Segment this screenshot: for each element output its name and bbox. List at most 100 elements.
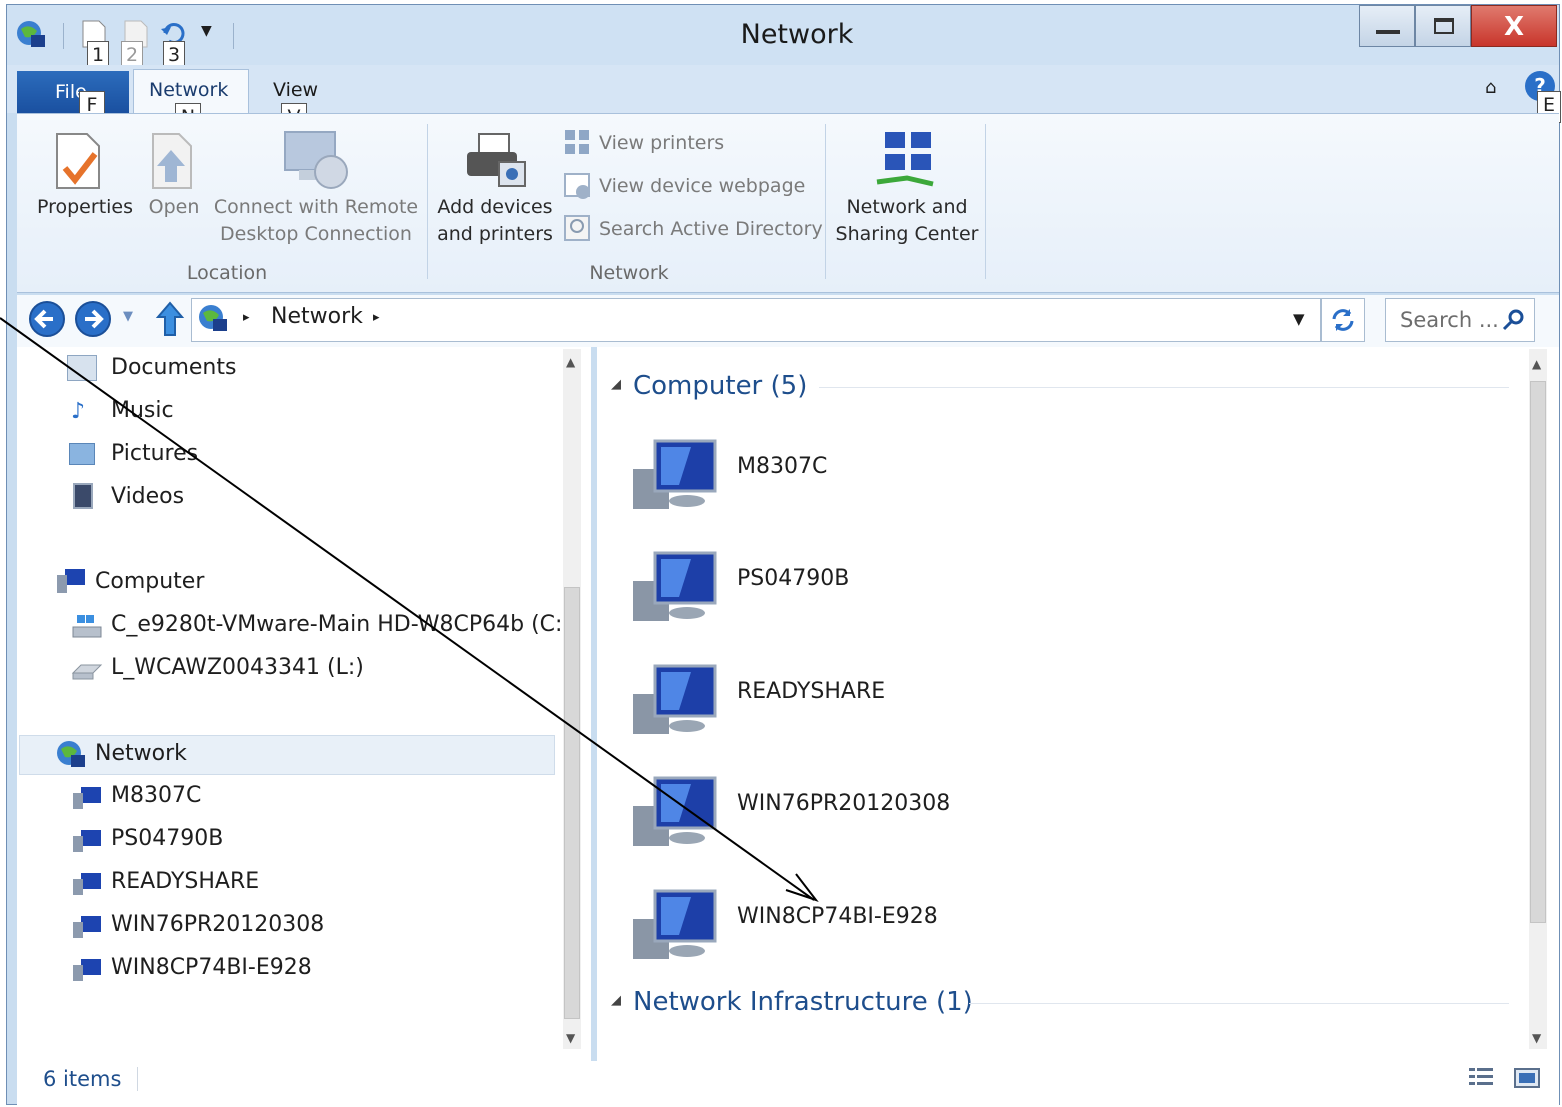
tab-view[interactable]: View xyxy=(273,79,318,101)
details-view-icon[interactable] xyxy=(1467,1065,1497,1093)
status-separator xyxy=(137,1067,138,1091)
computer-item-win76pr20120308[interactable]: WIN76PR20120308 xyxy=(737,791,950,816)
nav-scrollbar-thumb[interactable] xyxy=(564,587,580,1019)
computer-item-m8307c[interactable]: M8307C xyxy=(737,454,827,479)
network-computer-icon xyxy=(73,959,101,981)
group-header-network-infrastructure[interactable]: Network Infrastructure (1) xyxy=(633,987,973,1017)
window-title: Network xyxy=(740,19,854,50)
nav-item-win76pr20120308[interactable]: WIN76PR20120308 xyxy=(111,912,324,937)
nav-item-drive-c[interactable]: C_e9280t-VMware-Main HD-W8CP64b (C:) xyxy=(111,612,571,637)
refresh-icon xyxy=(1332,309,1354,331)
maximize-button[interactable] xyxy=(1415,5,1471,47)
close-button[interactable]: X xyxy=(1471,5,1557,47)
group-header-computer[interactable]: Computer (5) xyxy=(633,371,807,401)
computer-large-icon xyxy=(633,889,717,959)
group-separator xyxy=(427,124,428,279)
network-computer-icon xyxy=(73,873,101,895)
collapse-group-icon[interactable]: ◢ xyxy=(611,377,621,392)
view-printers-icon xyxy=(565,130,589,154)
group-label-location: Location xyxy=(186,262,268,284)
recent-locations-icon[interactable]: ▼ xyxy=(123,309,133,324)
computer-item-readyshare[interactable]: READYSHARE xyxy=(737,679,885,704)
breadcrumb-chevron-icon[interactable]: ▸ xyxy=(373,310,380,325)
properties-icon xyxy=(56,133,100,189)
nav-item-videos[interactable]: Videos xyxy=(111,484,184,509)
remote-desktop-button-line2[interactable]: Desktop Connection xyxy=(211,221,421,248)
nav-item-ps04790b[interactable]: PS04790B xyxy=(111,826,223,851)
minimize-button[interactable] xyxy=(1359,5,1415,47)
nav-item-documents[interactable]: Documents xyxy=(111,355,236,380)
computer-large-icon xyxy=(633,551,717,621)
system-drive-icon xyxy=(72,615,102,638)
large-icons-view-icon[interactable] xyxy=(1513,1065,1543,1093)
group-separator xyxy=(825,124,826,279)
videos-icon xyxy=(73,483,93,509)
computer-large-icon xyxy=(633,776,717,846)
nav-item-win8cp74bi-e928[interactable]: WIN8CP74BI-E928 xyxy=(111,955,312,980)
ribbon: Properties Open Connect with Remote Desk… xyxy=(17,113,1559,293)
network-globe-icon[interactable] xyxy=(15,19,47,51)
nav-item-pictures[interactable]: Pictures xyxy=(111,441,198,466)
group-divider xyxy=(969,1003,1509,1004)
scroll-down-arrow-icon[interactable]: ▼ xyxy=(1532,1031,1541,1045)
item-count: 6 items xyxy=(43,1067,122,1091)
pictures-icon xyxy=(69,443,95,465)
collapse-group-icon[interactable]: ◢ xyxy=(611,993,621,1008)
documents-icon xyxy=(67,355,97,381)
webpage-icon xyxy=(564,173,590,199)
forward-icon[interactable] xyxy=(73,299,113,339)
music-icon: ♪ xyxy=(71,399,86,424)
nav-item-drive-l[interactable]: L_WCAWZ0043341 (L:) xyxy=(111,655,364,680)
network-computer-icon xyxy=(73,830,101,852)
computer-large-icon xyxy=(633,439,717,509)
scroll-up-arrow-icon[interactable]: ▲ xyxy=(566,355,575,369)
content-scrollbar-thumb[interactable] xyxy=(1530,381,1546,923)
qat-dropdown-icon[interactable]: ▼ xyxy=(201,23,212,39)
open-icon xyxy=(152,133,192,189)
scroll-up-arrow-icon[interactable]: ▲ xyxy=(1532,357,1541,371)
explorer-window: 1 2 3 ▼ Network X File F Network N View … xyxy=(6,4,1561,1105)
network-computer-icon xyxy=(73,787,101,809)
network-sharing-center-icon xyxy=(876,132,934,187)
scroll-down-arrow-icon[interactable]: ▼ xyxy=(566,1031,575,1045)
search-icon xyxy=(1502,309,1524,331)
nav-item-computer[interactable]: Computer xyxy=(95,569,204,594)
nav-item-m8307c[interactable]: M8307C xyxy=(111,783,201,808)
computer-item-ps04790b[interactable]: PS04790B xyxy=(737,566,849,591)
network-sharing-center-button-line1[interactable]: Network and xyxy=(829,194,985,221)
network-computer-icon xyxy=(73,916,101,938)
remote-desktop-button-line1[interactable]: Connect with Remote xyxy=(211,194,421,221)
group-divider xyxy=(819,387,1509,388)
back-icon[interactable] xyxy=(27,299,67,339)
breadcrumb-network[interactable]: Network xyxy=(271,304,363,329)
view-printers-button[interactable]: View printers xyxy=(599,132,724,154)
search-active-directory-button[interactable]: Search Active Directory xyxy=(599,218,823,240)
network-sharing-center-button-line2[interactable]: Sharing Center xyxy=(829,221,985,248)
drive-icon xyxy=(71,664,103,680)
printer-icon xyxy=(467,133,526,187)
group-separator xyxy=(985,124,986,279)
minimize-ribbon-icon[interactable]: ⌂ xyxy=(1485,77,1496,98)
nav-item-readyshare[interactable]: READYSHARE xyxy=(111,869,259,894)
add-devices-button-line1[interactable]: Add devices xyxy=(433,194,557,221)
qat-separator xyxy=(233,23,234,49)
network-icon xyxy=(57,741,85,767)
group-label-network: Network xyxy=(589,262,669,284)
breadcrumb-chevron-icon[interactable]: ▸ xyxy=(243,310,250,325)
computer-item-win8cp74bi-e928[interactable]: WIN8CP74BI-E928 xyxy=(737,904,938,929)
close-icon: X xyxy=(1504,12,1525,42)
refresh-button[interactable] xyxy=(1321,298,1365,342)
status-bar xyxy=(17,1061,1559,1105)
nav-item-music[interactable]: Music xyxy=(111,398,174,423)
nav-item-network: Network xyxy=(95,741,187,766)
title-bar: 1 2 3 ▼ Network X xyxy=(7,5,1559,69)
add-devices-button-line2[interactable]: and printers xyxy=(433,221,557,248)
address-dropdown-icon[interactable]: ▼ xyxy=(1293,310,1305,328)
tab-file[interactable]: File xyxy=(17,71,129,113)
view-device-webpage-button[interactable]: View device webpage xyxy=(599,175,805,197)
up-icon[interactable] xyxy=(155,299,185,339)
properties-button[interactable]: Properties xyxy=(27,194,143,221)
computer-large-icon xyxy=(633,664,717,734)
remote-desktop-icon xyxy=(284,131,348,189)
open-button[interactable]: Open xyxy=(141,194,207,221)
